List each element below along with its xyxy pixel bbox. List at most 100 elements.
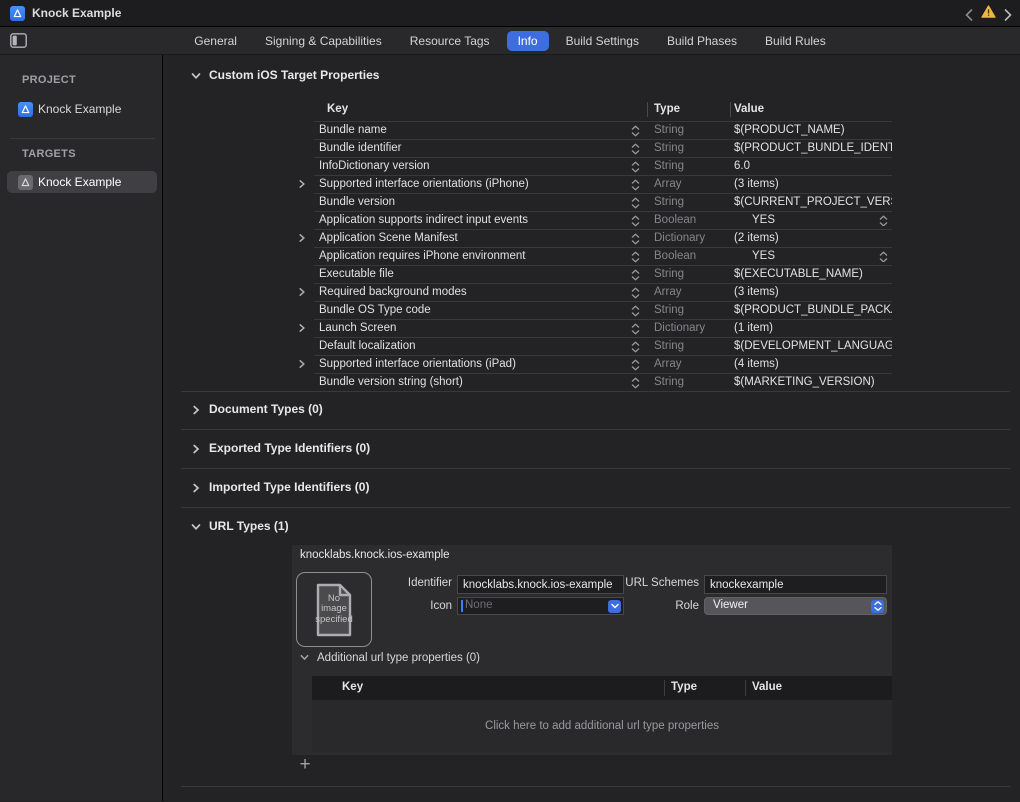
sidebar-item-project[interactable]: Knock Example [18, 99, 121, 119]
icon-label: Icon [352, 600, 452, 612]
column-value: Value [734, 103, 764, 115]
key-stepper-icon[interactable] [631, 215, 640, 230]
sidebar-toggle-icon[interactable] [10, 33, 27, 48]
property-key: Supported interface orientations (iPad) [319, 358, 624, 370]
property-value[interactable]: YES [734, 214, 892, 226]
url-type-name: knocklabs.knock.ios-example [300, 549, 450, 561]
property-row[interactable]: Bundle nameString$(PRODUCT_NAME) [314, 121, 892, 139]
property-row[interactable]: Supported interface orientations (iPad) A… [314, 355, 892, 373]
key-stepper-icon[interactable] [631, 359, 640, 374]
property-key: Launch Screen [319, 322, 624, 334]
add-url-type-property-row[interactable]: Click here to add additional url type pr… [312, 700, 892, 752]
section-url-types[interactable]: URL Types (1) [191, 519, 289, 533]
property-type: Array [654, 358, 732, 370]
back-icon[interactable] [965, 8, 973, 20]
column-key: Key [327, 103, 348, 115]
key-stepper-icon[interactable] [631, 305, 640, 320]
property-row[interactable]: Bundle OS Type codeString$(PRODUCT_BUNDL… [314, 301, 892, 319]
column-divider[interactable] [647, 102, 648, 117]
property-type: String [654, 124, 732, 136]
property-row[interactable]: Application supports indirect input even… [314, 211, 892, 229]
key-stepper-icon[interactable] [631, 233, 640, 248]
key-stepper-icon[interactable] [631, 143, 640, 158]
property-row[interactable]: Launch ScreenDictionary(1 item) [314, 319, 892, 337]
column-divider[interactable] [664, 680, 665, 696]
tab-strip: General Signing & Capabilities Resource Ta… [183, 31, 836, 51]
key-stepper-icon[interactable] [631, 125, 640, 140]
table-header: Key Type Value [314, 100, 892, 121]
property-row[interactable]: Bundle versionString$(CURRENT_PROJECT_VE… [314, 193, 892, 211]
property-row[interactable]: Default localizationString$(DEVELOPMENT_… [314, 337, 892, 355]
property-type: String [654, 196, 732, 208]
key-stepper-icon[interactable] [631, 197, 640, 212]
identifier-label: Identifier [352, 577, 452, 589]
section-divider [181, 468, 1010, 469]
project-icon [18, 102, 33, 117]
value-stepper-icon[interactable] [879, 251, 888, 262]
row-disclosure-icon[interactable] [297, 359, 309, 372]
row-disclosure-icon[interactable] [297, 179, 309, 192]
property-row[interactable]: Bundle version string (short)String$(MAR… [314, 373, 892, 391]
project-section-header: PROJECT [22, 74, 76, 86]
chevron-right-icon [191, 404, 201, 414]
property-value: (1 item) [734, 322, 892, 334]
property-row[interactable]: Supported interface orientations (iPhone… [314, 175, 892, 193]
forward-icon[interactable] [1004, 8, 1012, 20]
role-popup[interactable]: Viewer [704, 597, 887, 615]
column-divider[interactable] [745, 680, 746, 696]
tab-general[interactable]: General [183, 31, 248, 51]
property-row[interactable]: Bundle identifierString$(PRODUCT_BUNDLE_… [314, 139, 892, 157]
add-url-type-button[interactable]: + [296, 757, 314, 775]
chevron-down-icon [191, 521, 201, 531]
sidebar-target-label: Knock Example [38, 175, 121, 189]
xcode-window: Knock Example General Signing & Capabilit… [0, 0, 1020, 802]
property-row[interactable]: Application Scene ManifestDictionary(2 i… [314, 229, 892, 247]
column-divider[interactable] [730, 102, 731, 117]
property-value: (3 items) [734, 286, 892, 298]
key-stepper-icon[interactable] [631, 179, 640, 194]
property-value: 6.0 [734, 160, 892, 172]
property-row[interactable]: Required background modesArray(3 items) [314, 283, 892, 301]
key-stepper-icon[interactable] [631, 287, 640, 302]
key-stepper-icon[interactable] [631, 323, 640, 338]
property-key: Bundle version [319, 196, 624, 208]
section-custom-ios-target-properties[interactable]: Custom iOS Target Properties [191, 68, 379, 82]
property-value: $(MARKETING_VERSION) [734, 376, 892, 388]
key-stepper-icon[interactable] [631, 341, 640, 356]
section-document-types[interactable]: Document Types (0) [191, 402, 323, 416]
section-divider [181, 507, 1010, 508]
section-title: URL Types (1) [209, 519, 289, 533]
sidebar-item-target[interactable]: Knock Example [18, 172, 121, 192]
tab-build-settings[interactable]: Build Settings [555, 31, 650, 51]
property-row[interactable]: InfoDictionary versionString6.0 [314, 157, 892, 175]
section-imported-type-identifiers[interactable]: Imported Type Identifiers (0) [191, 480, 369, 494]
title-bar: Knock Example [0, 0, 1020, 27]
sidebar: PROJECT Knock Example TARGETS Knock Exam… [0, 55, 163, 801]
tab-info[interactable]: Info [507, 31, 549, 51]
property-key: Application requires iPhone environment [319, 250, 624, 262]
tab-build-phases[interactable]: Build Phases [656, 31, 748, 51]
value-stepper-icon[interactable] [879, 215, 888, 226]
warning-icon[interactable] [981, 5, 996, 23]
property-value[interactable]: YES [734, 250, 892, 262]
section-exported-type-identifiers[interactable]: Exported Type Identifiers (0) [191, 441, 370, 455]
key-stepper-icon[interactable] [631, 161, 640, 176]
property-type: Boolean [654, 214, 732, 226]
property-key: Bundle OS Type code [319, 304, 624, 316]
tab-signing-capabilities[interactable]: Signing & Capabilities [254, 31, 393, 51]
property-row[interactable]: Executable fileString$(EXECUTABLE_NAME) [314, 265, 892, 283]
row-disclosure-icon[interactable] [297, 287, 309, 300]
key-stepper-icon[interactable] [631, 377, 640, 392]
chevron-right-icon [191, 443, 201, 453]
key-stepper-icon[interactable] [631, 251, 640, 266]
tab-resource-tags[interactable]: Resource Tags [399, 31, 501, 51]
url-schemes-field[interactable] [704, 575, 887, 594]
key-stepper-icon[interactable] [631, 269, 640, 284]
property-key: Executable file [319, 268, 624, 280]
tab-build-rules[interactable]: Build Rules [754, 31, 837, 51]
property-row[interactable]: Application requires iPhone environmentB… [314, 247, 892, 265]
additional-url-type-properties-header[interactable]: Additional url type properties (0) [300, 652, 480, 664]
row-disclosure-icon[interactable] [297, 323, 309, 336]
row-disclosure-icon[interactable] [297, 233, 309, 246]
chevron-right-icon [191, 482, 201, 492]
